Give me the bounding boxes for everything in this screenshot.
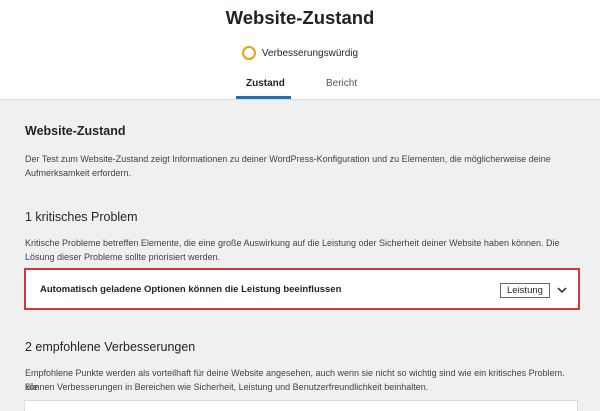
critical-heading: 1 kritisches Problem — [25, 210, 138, 224]
section-title: Website-Zustand — [25, 124, 126, 138]
status-circle-icon — [241, 46, 256, 60]
chevron-down-icon[interactable] — [556, 284, 568, 296]
recommended-issue-row[interactable] — [24, 400, 578, 411]
site-health-header: Website-Zustand Verbesserungswürdig Zust… — [0, 0, 600, 100]
tab-zustand[interactable]: Zustand — [246, 78, 285, 89]
recommended-desc-line-2: können Verbesserungen in Bereichen wie S… — [25, 382, 429, 392]
tab-bericht[interactable]: Bericht — [326, 78, 357, 89]
active-tab-indicator — [236, 96, 291, 99]
recommended-heading: 2 empfohlene Verbesserungen — [25, 340, 196, 354]
status-label: Verbesserungswürdig — [261, 47, 359, 59]
issue-badge: Leistung — [500, 283, 550, 298]
critical-desc-line-1: Kritische Probleme betreffen Elemente, d… — [25, 238, 560, 248]
intro-line-1: Der Test zum Website-Zustand zeigt Infor… — [25, 154, 551, 164]
critical-desc-line-2: Lösung dieser Probleme sollte priorisier… — [25, 252, 221, 262]
page-title: Website-Zustand — [225, 7, 375, 28]
intro-line-2: Aufmerksamkeit erfordern. — [25, 168, 132, 178]
critical-issue-row[interactable]: Automatisch geladene Optionen können die… — [24, 268, 580, 310]
issue-title: Automatisch geladene Optionen können die… — [40, 284, 342, 295]
health-status: Verbesserungswürdig — [0, 46, 600, 60]
